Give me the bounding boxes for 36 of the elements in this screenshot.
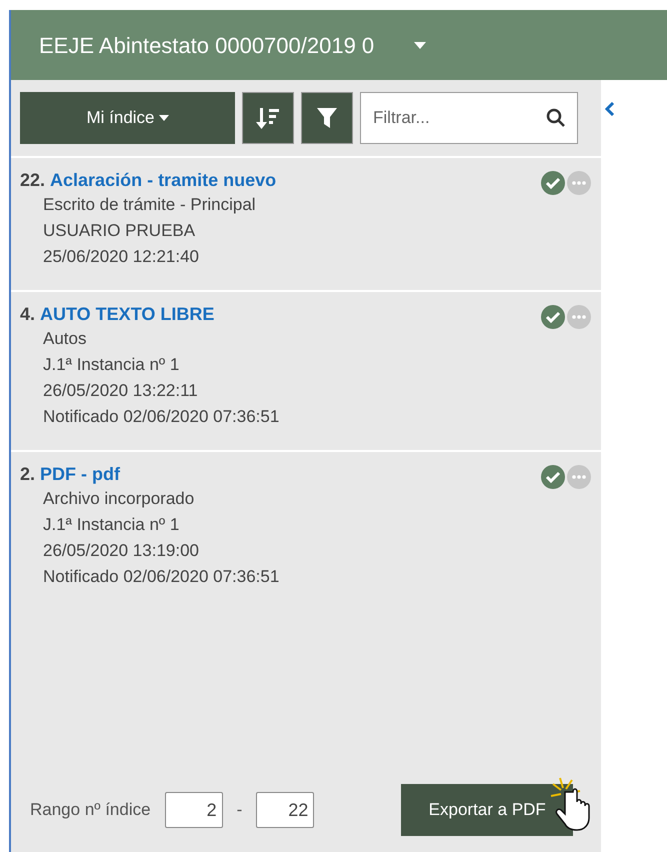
entry-detail: Notificado 02/06/2020 07:36:51 (42, 566, 280, 588)
filter-button[interactable] (301, 92, 353, 144)
collapse-chevron-icon[interactable] (605, 102, 615, 116)
entry-number: 22. (20, 169, 46, 192)
entry-detail: Notificado 02/06/2020 07:36:51 (42, 406, 280, 428)
entry-number: 4. (20, 303, 36, 326)
sort-button[interactable] (242, 92, 294, 144)
filter-field[interactable]: Filtrar... (360, 92, 578, 144)
entry-detail: Escrito de trámite - Principal (42, 194, 257, 216)
document-entry[interactable]: 4. AUTO TEXTO LIBRE Autos J.1ª Instancia nº 1 26/05/2020 13:22:11 Notificado 02/06/2020 07:36:51 (11, 290, 601, 450)
entry-detail: USUARIO PRUEBA (42, 220, 196, 242)
entry-title-link[interactable]: Aclaración - tramite nuevo (50, 168, 276, 192)
entry-detail: J.1ª Instancia nº 1 (42, 354, 180, 376)
entry-detail: Archivo incorporado (42, 488, 196, 510)
export-pdf-button[interactable]: Exportar a PDF (401, 784, 574, 836)
entry-title-link[interactable]: PDF - pdf (40, 462, 120, 486)
case-title: EEJE Abintestato 0000700/2019 0 (39, 32, 374, 60)
entry-detail: Autos (42, 328, 88, 350)
entry-detail: 26/05/2020 13:22:11 (42, 380, 199, 402)
document-entry[interactable]: 22. Aclaración - tramite nuevo Escrito de trámite - Principal USUARIO PRUEBA 25/06/2020 12:21:40 (11, 156, 601, 290)
range-label: Rango nº índice (30, 799, 151, 822)
entry-detail: 26/05/2020 13:19:00 (42, 540, 200, 562)
entry-detail: 25/06/2020 12:21:40 (42, 246, 200, 268)
range-separator: - (236, 799, 242, 822)
entry-number: 2. (20, 463, 36, 486)
range-from-field[interactable]: 2 (164, 792, 223, 828)
entry-title-link[interactable]: AUTO TEXTO LIBRE (40, 302, 214, 326)
caret-icon[interactable] (414, 42, 426, 48)
range-to-field[interactable]: 22 (256, 792, 314, 828)
filter-icon (316, 106, 338, 130)
entry-detail: J.1ª Instancia nº 1 (42, 514, 180, 536)
index-menu-button[interactable]: Mi índice (20, 92, 235, 144)
caret-icon (158, 115, 169, 121)
sort-icon (255, 106, 281, 130)
search-icon (546, 108, 566, 128)
document-entry[interactable]: 2. PDF - pdf Archivo incorporado J.1ª Instancia nº 1 26/05/2020 13:19:00 Notificado 02/06/2020 07:36:51 (11, 450, 601, 610)
